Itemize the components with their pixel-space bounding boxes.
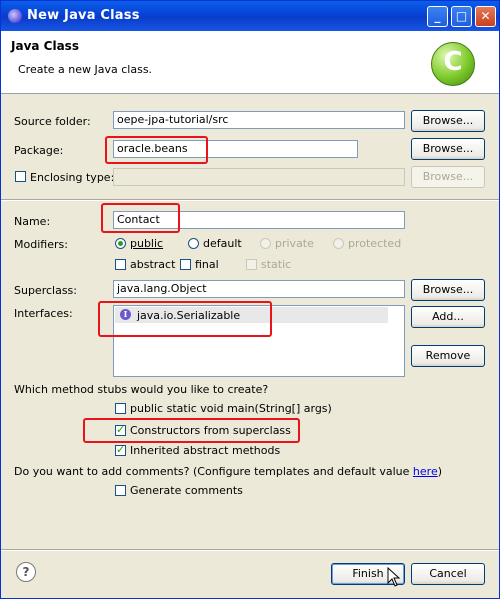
constructors-highlight xyxy=(83,418,300,443)
window-title: New Java Class xyxy=(27,8,140,23)
comments-question: Do you want to add comments? (Configure … xyxy=(14,465,443,478)
modifier-static-label: static xyxy=(261,258,292,271)
footer-separator xyxy=(1,549,499,551)
inherited-methods-checkbox[interactable] xyxy=(115,443,126,456)
name-highlight xyxy=(101,203,180,233)
remove-interface-button[interactable]: Remove xyxy=(411,345,485,367)
modifier-default-label: default xyxy=(203,237,242,250)
help-icon[interactable]: ? xyxy=(16,562,36,582)
package-browse-button[interactable]: Browse... xyxy=(411,138,485,160)
configure-templates-link[interactable]: here xyxy=(413,465,438,478)
modifier-protected-radio xyxy=(333,238,344,249)
source-folder-input[interactable]: oepe-jpa-tutorial/src xyxy=(113,111,405,129)
name-label: Name: xyxy=(14,215,51,228)
modifier-protected-label: protected xyxy=(348,237,402,250)
superclass-input[interactable]: java.lang.Object xyxy=(113,280,405,298)
cancel-button[interactable]: Cancel xyxy=(411,563,485,585)
superclass-label: Superclass: xyxy=(14,284,77,297)
separator xyxy=(1,199,499,201)
method-stubs-question: Which method stubs would you like to cre… xyxy=(14,383,269,396)
source-folder-label: Source folder: xyxy=(14,115,91,128)
modifier-private-label: private xyxy=(275,237,314,250)
modifier-default-radio[interactable] xyxy=(188,238,199,249)
package-label: Package: xyxy=(14,144,64,157)
page-description: Create a new Java class. xyxy=(18,63,153,76)
source-folder-browse-button[interactable]: Browse... xyxy=(411,110,485,132)
modifier-final-label: final xyxy=(195,258,219,271)
modifier-final-checkbox[interactable] xyxy=(180,259,191,270)
modifiers-label: Modifiers: xyxy=(14,238,68,251)
superclass-browse-button[interactable]: Browse... xyxy=(411,279,485,301)
modifier-public-radio[interactable] xyxy=(115,238,126,249)
eclipse-icon xyxy=(8,9,22,23)
new-java-class-dialog: New Java Class _ □ ✕ Java Class Create a… xyxy=(0,0,500,599)
java-class-icon: C xyxy=(431,42,475,86)
modifier-abstract-label: abstract xyxy=(130,258,176,271)
minimize-button[interactable]: _ xyxy=(427,6,448,27)
main-method-label: public static void main(String[] args) xyxy=(130,402,332,415)
enclosing-type-browse-button: Browse... xyxy=(411,166,485,188)
add-interface-button[interactable]: Add... xyxy=(411,306,485,328)
enclosing-type-checkbox[interactable] xyxy=(15,171,26,182)
modifier-abstract-checkbox[interactable] xyxy=(115,259,126,270)
inherited-methods-label: Inherited abstract methods xyxy=(130,444,281,457)
wizard-header: Java Class Create a new Java class. C xyxy=(1,31,499,94)
title-bar[interactable]: New Java Class _ □ ✕ xyxy=(1,1,499,31)
package-highlight xyxy=(105,136,208,164)
generate-comments-checkbox[interactable] xyxy=(115,485,126,496)
modifier-static-checkbox xyxy=(246,259,257,270)
interfaces-highlight xyxy=(98,301,272,337)
maximize-button[interactable]: □ xyxy=(451,6,472,27)
modifier-private-radio xyxy=(260,238,271,249)
close-button[interactable]: ✕ xyxy=(475,6,496,27)
enclosing-type-label: Enclosing type: xyxy=(30,171,115,184)
interfaces-label: Interfaces: xyxy=(14,307,73,320)
enclosing-type-input xyxy=(113,168,405,186)
modifier-public-label: public xyxy=(130,237,164,250)
main-method-checkbox[interactable] xyxy=(115,403,126,414)
generate-comments-label: Generate comments xyxy=(130,484,243,497)
page-title: Java Class xyxy=(11,39,79,53)
mouse-cursor-icon xyxy=(387,567,401,587)
